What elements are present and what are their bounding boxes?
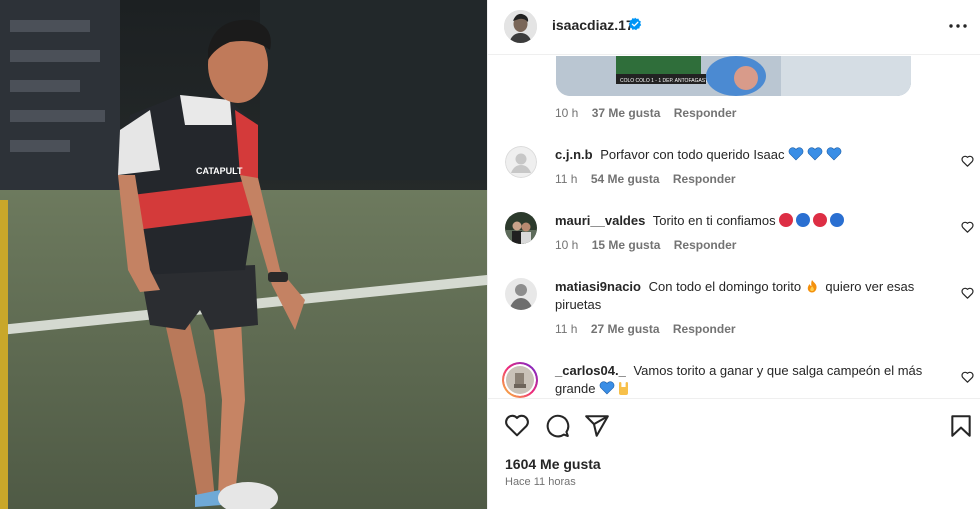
- comment-username[interactable]: c.j.n.b: [555, 147, 593, 162]
- comment-avatar[interactable]: [505, 212, 537, 244]
- comment-text: matiasi9nacio Con todo el domingo torito…: [555, 278, 945, 314]
- comment-reply-button[interactable]: Responder: [674, 106, 737, 120]
- blue-heart-rock-emojis: [599, 381, 633, 398]
- photo-illustration: CATAPULT: [0, 0, 487, 509]
- post-header: isaacdiaz.17: [488, 0, 980, 55]
- red-circle-emoji: [779, 213, 794, 227]
- author-avatar[interactable]: [504, 10, 537, 43]
- comment-icon[interactable]: [544, 413, 570, 439]
- comment-like-heart-icon[interactable]: [961, 154, 974, 167]
- post-detail-panel: isaacdiaz.17 COLO COLO 1 - 1 DEP. ANTOFA…: [487, 0, 980, 509]
- author-username[interactable]: isaacdiaz.17: [552, 17, 634, 33]
- comment-meta: 11 h 27 Me gusta Responder: [555, 322, 736, 336]
- comment-text: mauri__valdes Torito en ti confiamos: [555, 212, 945, 230]
- share-icon[interactable]: [584, 413, 610, 439]
- comment-likes-button[interactable]: 27 Me gusta: [591, 322, 660, 336]
- comment-likes-button[interactable]: 54 Me gusta: [591, 172, 660, 186]
- heart-icon[interactable]: [504, 413, 530, 439]
- comment-likes-button[interactable]: 15 Me gusta: [592, 238, 661, 252]
- comment-likes-button[interactable]: 37 Me gusta: [592, 106, 661, 120]
- comment-time: 10 h: [555, 238, 579, 252]
- comment-username[interactable]: matiasi9nacio: [555, 279, 641, 294]
- comment-meta: 11 h 54 Me gusta Responder: [555, 172, 736, 186]
- comment-content: Porfavor con todo querido Isaac: [600, 147, 785, 162]
- comment-like-heart-icon[interactable]: [961, 286, 974, 299]
- blue-circle-emoji: [830, 213, 845, 227]
- comment-avatar[interactable]: [505, 278, 537, 310]
- post-timestamp: Hace 11 horas: [505, 476, 576, 488]
- comment-meta: 10 h 15 Me gusta Responder: [555, 238, 736, 252]
- comment-avatar[interactable]: [505, 146, 537, 178]
- comment-avatar-story-ring[interactable]: [502, 362, 538, 398]
- comment-media-caption: COLO COLO 1 - 1 DEP. ANTOFAGASTA: [620, 78, 712, 84]
- comment-content: Torito en ti confiamos: [652, 213, 776, 228]
- blue-circle-emoji: [796, 213, 811, 227]
- post-photo[interactable]: CATAPULT: [0, 0, 487, 509]
- comment-username[interactable]: mauri__valdes: [555, 213, 645, 228]
- comment-meta: 10 h 37 Me gusta Responder: [555, 106, 736, 120]
- fire-emoji: [805, 279, 819, 293]
- comment-username[interactable]: _carlos04._: [555, 363, 626, 378]
- comment-text: c.j.n.b Porfavor con todo querido Isaac: [555, 146, 945, 166]
- comment-time: 11 h: [555, 322, 578, 336]
- comment-time: 10 h: [555, 106, 579, 120]
- post-actions-bar: 1604 Me gusta Hace 11 horas: [488, 398, 980, 509]
- save-icon[interactable]: [948, 413, 974, 439]
- comment-media-image[interactable]: COLO COLO 1 - 1 DEP. ANTOFAGASTA: [556, 56, 911, 96]
- post-likes-count[interactable]: 1604 Me gusta: [505, 456, 601, 472]
- more-icon[interactable]: [948, 18, 968, 34]
- vest-logo-text: CATAPULT: [196, 166, 243, 176]
- comment-text: _carlos04._ Vamos torito a ganar y que s…: [555, 362, 945, 398]
- comment-reply-button[interactable]: Responder: [674, 238, 737, 252]
- comment-reply-button[interactable]: Responder: [673, 322, 736, 336]
- verified-icon: [628, 17, 642, 31]
- comment-time: 11 h: [555, 172, 578, 186]
- comment-content: Con todo el domingo torito: [648, 279, 802, 294]
- comment-like-heart-icon[interactable]: [961, 220, 974, 233]
- red-circle-emoji: [813, 213, 828, 227]
- blue-heart-emojis: [788, 147, 842, 166]
- comments-list[interactable]: COLO COLO 1 - 1 DEP. ANTOFAGASTA 10 h 37…: [488, 56, 980, 398]
- comment-reply-button[interactable]: Responder: [673, 172, 736, 186]
- comment-like-heart-icon[interactable]: [961, 370, 974, 383]
